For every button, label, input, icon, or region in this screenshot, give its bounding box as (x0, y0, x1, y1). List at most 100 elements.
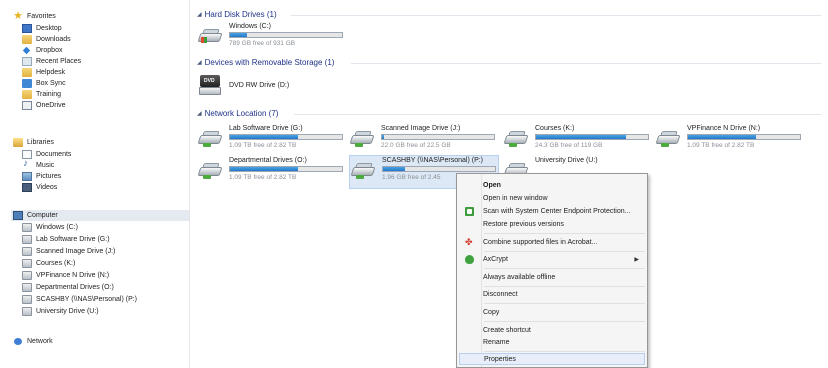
menu-item-label: Open in new window (483, 194, 548, 202)
network-drive-icon (22, 295, 32, 304)
menu-item-label: Restore previous versions (483, 220, 564, 228)
sidebar-libraries[interactable]: Libraries (13, 137, 54, 148)
acrobat-icon: ✤ (465, 236, 473, 247)
menu-item-open[interactable]: Open (459, 179, 645, 191)
sidebar-computer[interactable]: Computer (11, 210, 189, 221)
sidebar-item-dropbox[interactable]: Dropbox (22, 45, 62, 56)
group-title: Devices with Removable Storage (1) (204, 58, 335, 67)
axcrypt-icon (465, 254, 474, 264)
menu-item-rename[interactable]: Rename (459, 336, 645, 348)
sidebar-item-scashby-p[interactable]: SCASHBY (\\NAS\Personal) (P:) (22, 294, 137, 305)
drive-free-space: 1.09 TB free of 2.82 TB (687, 142, 755, 149)
drive-name: Courses (K:) (535, 125, 575, 132)
drive-departmental-o[interactable]: Departmental Drives (O:) 1.09 TB free of… (197, 156, 347, 188)
group-divider (294, 114, 821, 115)
music-icon (22, 158, 32, 170)
videos-icon (22, 183, 32, 192)
dvd-drive-icon: DVD (199, 75, 221, 97)
recent-places-icon (22, 57, 32, 66)
drive-usage-bar (229, 32, 343, 38)
menu-item-always-available-offline[interactable]: Always available offline (459, 271, 645, 283)
drive-free-space: 1.09 TB free of 2.82 TB (229, 142, 297, 149)
menu-item-open-new-window[interactable]: Open in new window (459, 192, 645, 204)
drive-usage-fill (536, 135, 626, 139)
sidebar-item-windows-c[interactable]: Windows (C:) (22, 222, 78, 233)
drive-free-space: 24.3 GB free of 119 GB (535, 142, 603, 149)
sidebar-item-lab-software-g[interactable]: Lab Software Drive (G:) (22, 234, 110, 245)
local-drive-icon (22, 223, 32, 232)
drive-usage-fill (688, 135, 757, 139)
sidebar-favorites-label: Favorites (27, 13, 56, 20)
sidebar-item-label: Scanned Image Drive (J:) (36, 248, 116, 255)
sidebar-item-downloads[interactable]: Downloads (22, 34, 71, 45)
network-drive-icon (22, 283, 32, 292)
drive-lab-software-g[interactable]: Lab Software Drive (G:) 1.09 TB free of … (197, 124, 347, 156)
group-header-hard-disk[interactable]: ◢ Hard Disk Drives (1) (197, 10, 277, 19)
drive-usage-fill (230, 167, 299, 171)
drive-name: VPFinance N Drive (N:) (687, 125, 761, 132)
drive-scanned-image-j[interactable]: Scanned Image Drive (J:) 22.0 GB free of… (349, 124, 499, 156)
drive-usage-bar (382, 166, 496, 172)
group-header-removable[interactable]: ◢ Devices with Removable Storage (1) (197, 58, 334, 67)
box-sync-icon (22, 79, 32, 88)
menu-item-label: Open (483, 181, 501, 189)
drive-usage-fill (383, 167, 406, 171)
sidebar-item-music[interactable]: Music (22, 158, 54, 171)
sidebar-item-recent-places[interactable]: Recent Places (22, 56, 81, 67)
sidebar-item-label: Desktop (36, 25, 62, 32)
drive-courses-k[interactable]: Courses (K:) 24.3 GB free of 119 GB (503, 124, 653, 156)
local-drive-icon (197, 28, 223, 44)
sidebar-item-helpdesk[interactable]: Helpdesk (22, 67, 65, 78)
sidebar-item-box-sync[interactable]: Box Sync (22, 78, 66, 89)
menu-separator (484, 303, 645, 304)
network-drive-icon (197, 130, 223, 147)
sidebar-item-label: Windows (C:) (36, 224, 79, 231)
drive-usage-bar (535, 134, 649, 140)
sidebar-item-scanned-image-j[interactable]: Scanned Image Drive (J:) (22, 246, 115, 257)
sidebar-network[interactable]: Network (13, 336, 53, 347)
drive-name: Lab Software Drive (G:) (229, 125, 303, 132)
menu-item-copy[interactable]: Copy (459, 306, 645, 318)
sidebar-item-label: Helpdesk (36, 69, 66, 76)
group-divider (291, 15, 821, 16)
sidebar-item-vpfinance-n[interactable]: VPFinance N Drive (N:) (22, 270, 109, 281)
sidebar-item-desktop[interactable]: Desktop (22, 23, 62, 34)
sidebar-item-training[interactable]: Training (22, 89, 61, 100)
drive-dvd-d[interactable]: DVD DVD RW Drive (D:) (197, 71, 355, 105)
sidebar-item-label: Videos (36, 184, 58, 191)
menu-item-label: Always available offline (483, 273, 556, 281)
sidebar-item-courses-k[interactable]: Courses (K:) (22, 258, 75, 269)
sidebar-favorites[interactable]: ★ Favorites (13, 11, 56, 22)
menu-item-scan-endpoint-protection[interactable]: Scan with System Center Endpoint Protect… (459, 205, 645, 217)
collapse-triangle-icon: ◢ (197, 12, 202, 18)
sidebar-item-videos[interactable]: Videos (22, 182, 57, 193)
sidebar-item-pictures[interactable]: Pictures (22, 171, 61, 182)
menu-separator (484, 321, 645, 322)
menu-item-combine-acrobat[interactable]: ✤ Combine supported files in Acrobat... (459, 236, 645, 248)
drive-usage-fill (230, 135, 299, 139)
menu-item-create-shortcut[interactable]: Create shortcut (459, 324, 645, 336)
sidebar-item-departmental-o[interactable]: Departmental Drives (O:) (22, 282, 114, 293)
menu-item-label: AxCrypt (483, 255, 508, 263)
drive-vpfinance-n[interactable]: VPFinance N Drive (N:) 1.09 TB free of 2… (655, 124, 805, 156)
drive-name: Departmental Drives (O:) (229, 157, 307, 164)
menu-item-restore-previous-versions[interactable]: Restore previous versions (459, 218, 645, 230)
group-header-network[interactable]: ◢ Network Location (7) (197, 109, 278, 118)
network-drive-icon (197, 162, 223, 179)
drive-windows-c[interactable]: Windows (C:) 789 GB free of 931 GB (197, 22, 355, 54)
network-drive-icon (350, 162, 376, 179)
sidebar-item-university-u[interactable]: University Drive (U:) (22, 306, 99, 317)
network-drive-icon (22, 259, 32, 268)
menu-item-properties[interactable]: Properties (459, 353, 645, 365)
folder-icon (22, 68, 32, 77)
sidebar-item-onedrive[interactable]: OneDrive (22, 100, 66, 111)
sidebar-item-label: SCASHBY (\\NAS\Personal) (P:) (36, 296, 138, 303)
menu-item-disconnect[interactable]: Disconnect (459, 288, 645, 300)
sidebar-item-label: VPFinance N Drive (N:) (36, 272, 110, 279)
libraries-icon (13, 138, 23, 147)
menu-item-axcrypt[interactable]: AxCrypt ▶ (459, 253, 645, 265)
network-drive-icon (655, 130, 681, 147)
folder-icon (22, 90, 32, 99)
sidebar-item-documents[interactable]: Documents (22, 149, 71, 160)
star-icon: ★ (13, 10, 23, 22)
